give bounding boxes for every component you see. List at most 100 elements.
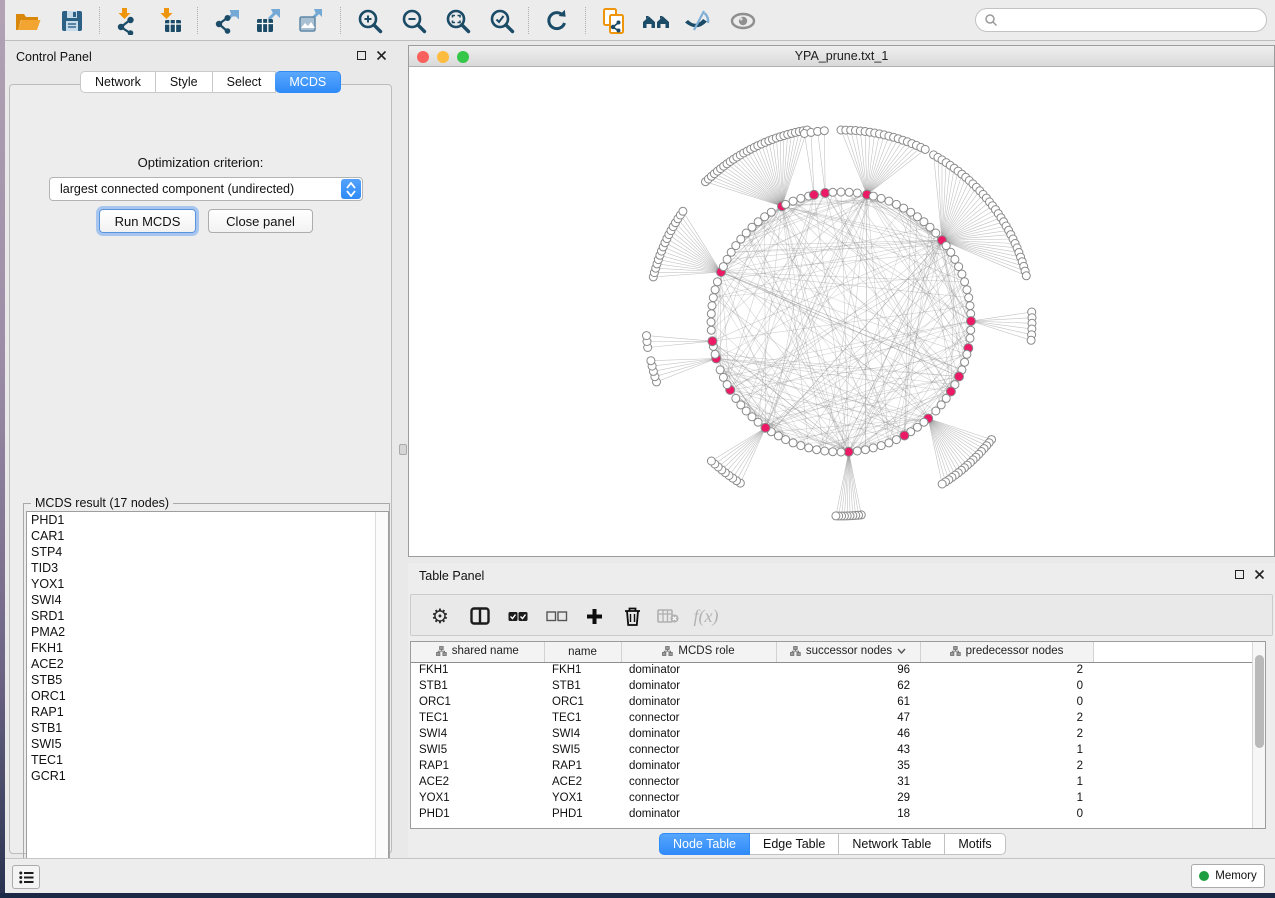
ring-node[interactable] (711, 350, 719, 358)
ring-node[interactable] (853, 189, 861, 197)
leaf-node[interactable] (921, 145, 929, 153)
ring-node[interactable] (707, 326, 715, 334)
tab-network[interactable]: Network (80, 71, 156, 93)
tab-edge-table[interactable]: Edge Table (750, 833, 839, 855)
ring-node[interactable] (877, 442, 885, 450)
ring-node[interactable] (732, 394, 740, 402)
ring-node[interactable] (963, 350, 971, 358)
column-header-predecessor-nodes[interactable]: predecessor nodes (920, 642, 1093, 662)
ring-node[interactable] (877, 194, 885, 202)
ring-node[interactable] (885, 439, 893, 447)
import-network-icon[interactable] (113, 6, 143, 36)
ring-node[interactable] (853, 447, 861, 455)
ring-node[interactable] (966, 302, 974, 310)
select-all-icon[interactable] (505, 603, 531, 629)
tab-node-table[interactable]: Node Table (659, 833, 750, 855)
delete-column-icon[interactable] (619, 603, 645, 629)
mcds-result-item[interactable]: CAR1 (27, 528, 388, 544)
mcds-result-item[interactable]: TEC1 (27, 752, 388, 768)
split-divider-handle[interactable] (399, 444, 407, 455)
leaf-node[interactable] (707, 457, 715, 465)
mcds-result-item[interactable]: STB5 (27, 672, 388, 688)
leaf-node[interactable] (832, 512, 840, 520)
ring-node[interactable] (961, 278, 969, 286)
ring-node[interactable] (861, 446, 869, 454)
function-builder-icon[interactable]: f(x) (693, 603, 719, 629)
table-row[interactable]: YOX1YOX1connector291 (411, 790, 1265, 806)
ring-node[interactable] (961, 358, 969, 366)
ring-node[interactable] (709, 294, 717, 302)
table-scrollbar-thumb[interactable] (1255, 655, 1264, 748)
mcds-result-item[interactable]: SWI5 (27, 736, 388, 752)
ring-node[interactable] (711, 286, 719, 294)
mcds-hub-node[interactable] (810, 190, 819, 199)
ring-node[interactable] (821, 447, 829, 455)
open-file-icon[interactable] (13, 6, 43, 36)
ring-node[interactable] (932, 407, 940, 415)
ring-node[interactable] (845, 188, 853, 196)
ring-node[interactable] (955, 263, 963, 271)
ring-node[interactable] (958, 270, 966, 278)
zoom-fit-icon[interactable] (443, 6, 473, 36)
mcds-result-item[interactable]: FKH1 (27, 640, 388, 656)
export-image-icon[interactable] (296, 6, 326, 36)
leaf-node[interactable] (1022, 272, 1030, 280)
delete-table-icon[interactable] (655, 603, 681, 629)
mcds-hub-node[interactable] (761, 423, 770, 432)
ring-node[interactable] (829, 448, 837, 456)
leaf-node[interactable] (647, 357, 655, 365)
zoom-selected-icon[interactable] (487, 6, 517, 36)
mcds-result-list[interactable]: PHD1CAR1STP4TID3YOX1SWI4SRD1PMA2FKH1ACE2… (26, 511, 389, 871)
zoom-in-icon[interactable] (355, 6, 385, 36)
table-row[interactable]: ORC1ORC1dominator610 (411, 694, 1265, 710)
ring-node[interactable] (782, 200, 790, 208)
table-row[interactable]: PHD1PHD1dominator180 (411, 806, 1265, 822)
ring-node[interactable] (932, 229, 940, 237)
deselect-all-icon[interactable] (544, 603, 570, 629)
ring-node[interactable] (892, 436, 900, 444)
save-session-icon[interactable] (57, 6, 87, 36)
memory-button[interactable]: Memory (1191, 864, 1265, 888)
mcds-result-item[interactable]: ACE2 (27, 656, 388, 672)
column-header-shared-name[interactable]: shared name (411, 642, 544, 662)
tab-network-table[interactable]: Network Table (839, 833, 945, 855)
mcds-result-item[interactable]: STB1 (27, 720, 388, 736)
ring-node[interactable] (885, 197, 893, 205)
mcds-result-item[interactable]: GCR1 (27, 768, 388, 784)
table-scrollbar[interactable] (1252, 642, 1265, 828)
ring-node[interactable] (767, 208, 775, 216)
float-panel-icon[interactable] (357, 51, 366, 60)
tab-motifs[interactable]: Motifs (945, 833, 1005, 855)
tab-mcds[interactable]: MCDS (275, 71, 341, 93)
close-panel-button[interactable]: Close panel (208, 209, 313, 233)
refresh-icon[interactable] (542, 6, 572, 36)
mcds-hub-node[interactable] (708, 337, 717, 346)
search-box[interactable] (975, 8, 1267, 32)
table-row[interactable]: RAP1RAP1dominator352 (411, 758, 1265, 774)
leaf-node[interactable] (1027, 336, 1035, 344)
ring-node[interactable] (713, 278, 721, 286)
ring-node[interactable] (967, 326, 975, 334)
leaf-node[interactable] (820, 127, 828, 135)
close-panel-icon[interactable] (1254, 569, 1265, 580)
mcds-result-item[interactable]: PMA2 (27, 624, 388, 640)
column-header-MCDS-role[interactable]: MCDS role (621, 642, 776, 662)
ring-node[interactable] (805, 444, 813, 452)
task-history-button[interactable] (12, 865, 40, 889)
select-stepper-icon[interactable] (341, 179, 361, 199)
mcds-hub-node[interactable] (821, 189, 830, 198)
export-network-icon[interactable] (213, 6, 243, 36)
mcds-result-item[interactable]: SWI4 (27, 592, 388, 608)
network-canvas[interactable] (409, 67, 1274, 556)
leaf-node[interactable] (679, 207, 687, 215)
network-window-titlebar[interactable]: YPA_prune.txt_1 (409, 46, 1274, 67)
mcds-hub-node[interactable] (900, 431, 909, 440)
ring-node[interactable] (869, 192, 877, 200)
ring-node[interactable] (837, 448, 845, 456)
import-table-icon[interactable] (155, 6, 185, 36)
mcds-list-scrollbar[interactable] (375, 512, 388, 870)
ring-node[interactable] (829, 188, 837, 196)
ring-node[interactable] (716, 366, 724, 374)
ring-node[interactable] (797, 442, 805, 450)
mcds-hub-node[interactable] (955, 372, 964, 381)
